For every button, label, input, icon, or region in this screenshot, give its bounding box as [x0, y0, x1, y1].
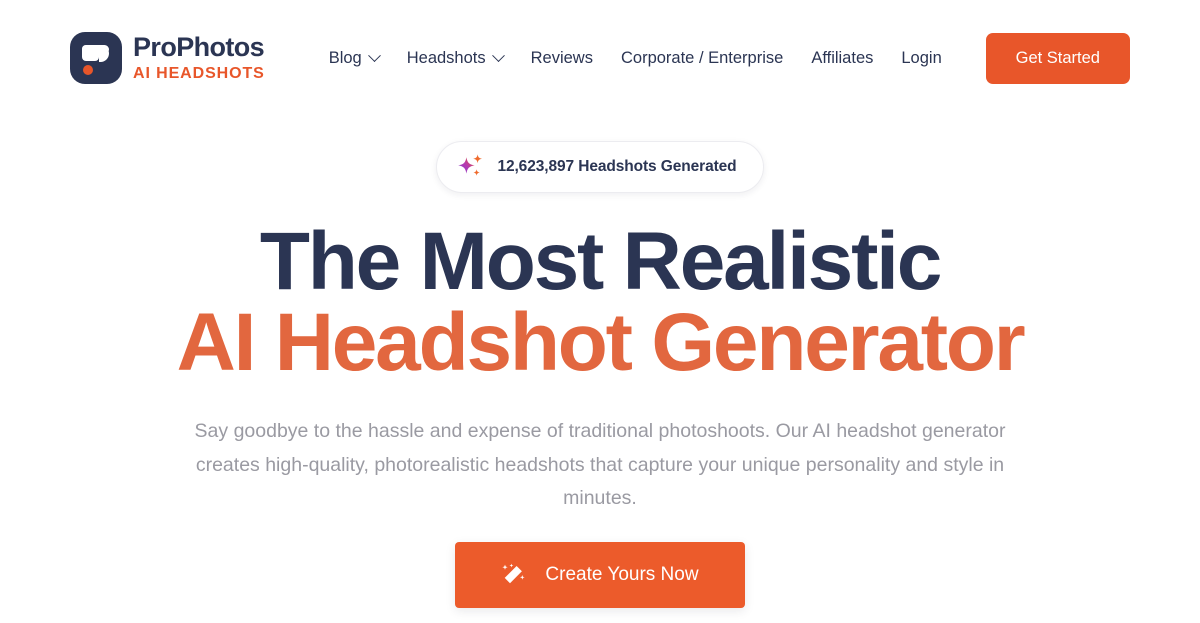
site-header: ProPhotos AI HEADSHOTS Blog Headshots Re… [0, 0, 1200, 116]
nav-item-login[interactable]: Login [887, 41, 955, 76]
nav-item-corporate-enterprise[interactable]: Corporate / Enterprise [607, 41, 797, 76]
nav-item-headshots[interactable]: Headshots [393, 41, 517, 76]
prophotos-logo-icon [70, 32, 122, 84]
page-title: The Most Realistic AI Headshot Generator [0, 221, 1200, 389]
nav-item-affiliates[interactable]: Affiliates [797, 41, 887, 76]
hero-section: 12,623,897 Headshots Generated The Most … [0, 116, 1200, 608]
main-navigation: Blog Headshots Reviews Corporate / Enter… [315, 41, 986, 76]
nav-item-blog[interactable]: Blog [315, 41, 393, 76]
sparkles-icon [458, 154, 483, 176]
hero-subtitle: Say goodbye to the hassle and expense of… [194, 420, 1006, 510]
nav-item-label: Blog [328, 48, 362, 67]
get-started-button[interactable]: Get Started [985, 32, 1130, 84]
nav-item-label: Headshots [406, 48, 486, 67]
brand-logo-link[interactable]: ProPhotos AI HEADSHOTS [70, 32, 265, 84]
magic-wand-icon [502, 563, 526, 584]
nav-item-reviews[interactable]: Reviews [517, 41, 607, 76]
create-yours-now-label: Create Yours Now [545, 563, 699, 585]
chevron-down-icon [491, 48, 505, 62]
brand-name: ProPhotos [133, 32, 265, 62]
chevron-down-icon [367, 48, 381, 62]
hero-title-line-2: AI Headshot Generator [176, 297, 1026, 389]
headshots-generated-badge: 12,623,897 Headshots Generated [436, 141, 764, 193]
nav-item-label: Corporate / Enterprise [620, 48, 784, 67]
nav-item-label: Login [901, 48, 942, 67]
headshots-generated-label: 12,623,897 Headshots Generated [497, 158, 737, 175]
brand-tagline: AI HEADSHOTS [133, 65, 265, 82]
nav-item-label: Affiliates [811, 48, 874, 67]
hero-title-line-1: The Most Realistic [259, 216, 943, 307]
nav-item-label: Reviews [530, 48, 593, 67]
create-yours-now-button[interactable]: Create Yours Now [455, 541, 745, 608]
